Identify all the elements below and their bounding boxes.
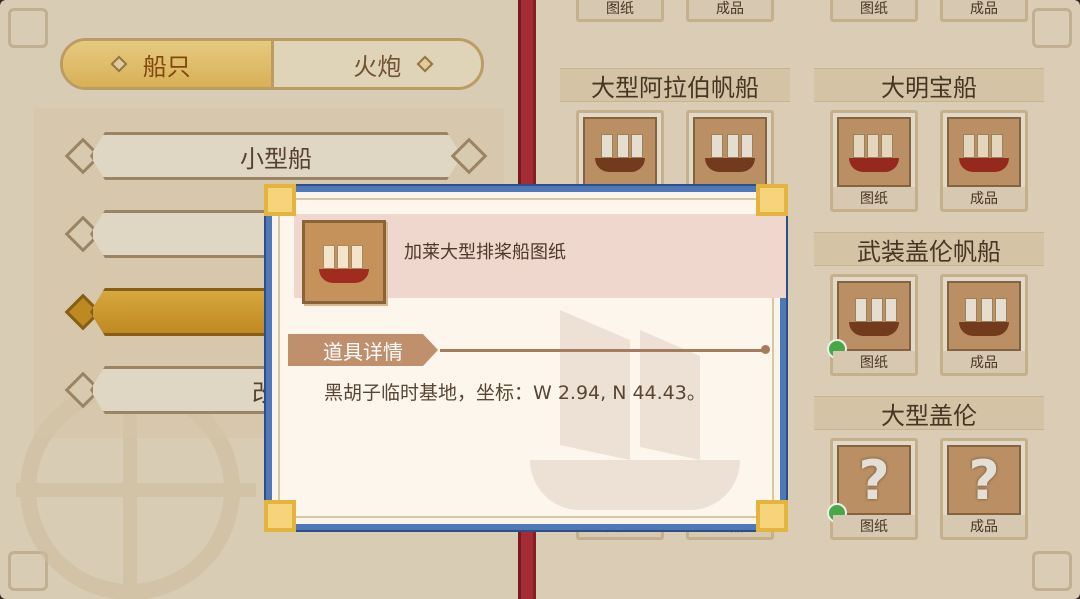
item-blueprint-icon [302,220,386,304]
dialog-body: 加莱大型排桨船图纸 道具详情 黑胡子临时基地，坐标：W 2.94, N 44.4… [278,198,786,520]
dialog-corner-ornament [264,500,296,532]
detail-section-title: 道具详情 [288,334,438,366]
item-name: 加莱大型排桨船图纸 [404,242,566,263]
item-description: 黑胡子临时基地，坐标：W 2.94, N 44.43。 [324,382,706,404]
dialog-corner-ornament [264,184,296,216]
divider [440,345,770,354]
ship-watermark [520,300,750,520]
dialog-corner-ornament [756,184,788,216]
item-detail-dialog: 加莱大型排桨船图纸 道具详情 黑胡子临时基地，坐标：W 2.94, N 44.4… [264,184,788,532]
game-screen: { "tabs": [ {"label": "船只", "active": tr… [0,0,1080,599]
dialog-corner-ornament [756,500,788,532]
